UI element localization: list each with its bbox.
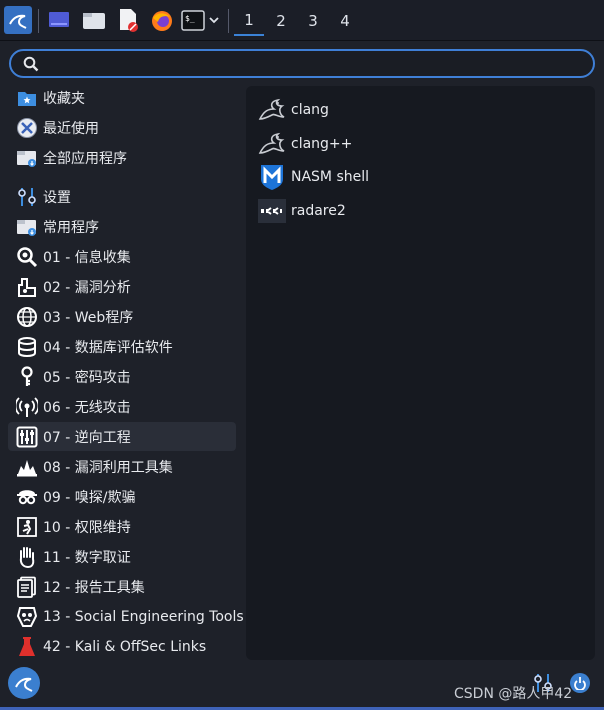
kali-user-icon[interactable] — [8, 667, 40, 699]
dragon-icon — [258, 130, 286, 158]
search-input[interactable] — [47, 54, 581, 76]
dragon-icon — [258, 96, 286, 124]
workspace-4[interactable]: 4 — [330, 6, 360, 36]
sidebar-item-wireless[interactable]: 06 - 无线攻击 — [8, 392, 236, 421]
sidebar-item-label: 最近使用 — [43, 120, 99, 137]
metasploit-icon — [258, 163, 286, 191]
reverse-engineering-icon — [16, 426, 38, 448]
search-box — [9, 49, 595, 78]
vuln-analysis-icon — [16, 276, 38, 298]
sidebar-item-info-gathering[interactable]: 01 - 信息收集 — [8, 242, 236, 271]
workspace-2[interactable]: 2 — [266, 6, 296, 36]
sidebar-item-label: 08 - 漏洞利用工具集 — [43, 459, 173, 476]
sidebar-item-label: 13 - Social Engineering Tools — [43, 608, 244, 625]
sidebar-item-label: 06 - 无线攻击 — [43, 399, 131, 416]
search-icon — [23, 56, 39, 76]
sidebar-item-label: 12 - 报告工具集 — [43, 579, 145, 596]
sidebar-item-usual-apps[interactable]: 常用程序 — [8, 212, 236, 241]
logout-icon[interactable] — [570, 673, 590, 693]
radare2-icon — [258, 197, 286, 225]
sidebar-item-label: 10 - 权限维持 — [43, 519, 131, 536]
app-radare2[interactable]: radare2 — [258, 196, 578, 226]
sidebar-item-label: 设置 — [43, 189, 71, 206]
sidebar-item-sniffing[interactable]: 09 - 嗅探/欺骗 — [8, 482, 236, 511]
all-apps-icon — [16, 147, 38, 169]
sidebar-item-maintaining-access[interactable]: 10 - 权限维持 — [8, 512, 236, 541]
social-engineering-icon — [16, 606, 38, 628]
magnifier-icon — [16, 246, 38, 268]
sidebar-item-forensics[interactable]: 11 - 数字取证 — [8, 542, 236, 571]
sidebar-item-label: 04 - 数据库评估软件 — [43, 339, 173, 356]
terminal-icon[interactable]: $_ — [181, 10, 205, 31]
app-label: clang — [291, 102, 329, 118]
workspace-1[interactable]: 1 — [234, 6, 264, 36]
sidebar-item-label: 09 - 嗅探/欺骗 — [43, 489, 136, 506]
globe-icon — [16, 306, 38, 328]
sidebar-item-label: 07 - 逆向工程 — [43, 429, 131, 446]
reporting-icon — [16, 576, 38, 598]
recent-icon — [16, 117, 38, 139]
app-clang[interactable]: clang — [258, 95, 578, 125]
sidebar-item-label: 03 - Web程序 — [43, 309, 134, 326]
sidebar-item-vuln-analysis[interactable]: 02 - 漏洞分析 — [8, 272, 236, 301]
app-nasm-shell[interactable]: NASM shell — [258, 162, 578, 192]
settings-icon — [16, 186, 38, 208]
kali-menu-icon[interactable] — [4, 6, 32, 34]
top-panel: $_ 1 2 3 4 — [0, 0, 604, 41]
svg-text:$_: $_ — [185, 14, 195, 23]
chevron-down-icon[interactable] — [207, 14, 221, 26]
sidebar-item-web-apps[interactable]: 03 - Web程序 — [8, 302, 236, 331]
taskbar-separator — [38, 9, 39, 33]
sidebar-item-label: 收藏夹 — [43, 90, 85, 107]
usual-apps-icon — [16, 216, 38, 238]
sidebar-item-recent[interactable]: 最近使用 — [8, 113, 236, 142]
sidebar-item-label: 05 - 密码攻击 — [43, 369, 131, 386]
app-label: clang++ — [291, 136, 353, 152]
star-folder-icon — [16, 87, 38, 109]
sidebar-item-label: 42 - Kali & OffSec Links — [43, 638, 207, 655]
watermark-text: CSDN @路人甲42 — [454, 686, 573, 702]
file-manager-icon[interactable] — [82, 10, 106, 30]
sidebar-item-exploitation[interactable]: 08 - 漏洞利用工具集 — [8, 452, 236, 481]
sidebar-item-reporting[interactable]: 12 - 报告工具集 — [8, 572, 236, 601]
sidebar-item-offsec-links[interactable]: 42 - Kali & OffSec Links — [8, 632, 236, 661]
exploit-icon — [16, 456, 38, 478]
sidebar-item-label: 11 - 数字取证 — [43, 549, 131, 566]
sidebar-item-settings[interactable]: 设置 — [8, 182, 236, 211]
desktop-icon[interactable] — [48, 10, 70, 30]
app-list-panel: clang clang++ NASM shell radare2 — [246, 86, 595, 660]
wireless-icon — [16, 396, 38, 418]
workspace-3[interactable]: 3 — [298, 6, 328, 36]
sidebar-item-password-attacks[interactable]: 05 - 密码攻击 — [8, 362, 236, 391]
sidebar-item-label: 全部应用程序 — [43, 150, 127, 167]
app-clangpp[interactable]: clang++ — [258, 129, 578, 159]
firefox-icon[interactable] — [150, 9, 174, 33]
forensics-hand-icon — [16, 546, 38, 568]
offsec-icon — [16, 636, 38, 658]
text-editor-icon[interactable] — [117, 8, 139, 32]
sniffing-icon — [16, 486, 38, 508]
database-icon — [16, 336, 38, 358]
sidebar-item-social-engineering[interactable]: 13 - Social Engineering Tools — [8, 602, 244, 631]
sidebar-item-all-apps[interactable]: 全部应用程序 — [8, 143, 236, 172]
sidebar-item-label: 02 - 漏洞分析 — [43, 279, 131, 296]
sidebar-item-database[interactable]: 04 - 数据库评估软件 — [8, 332, 236, 361]
sidebar-item-label: 常用程序 — [43, 219, 99, 236]
app-label: NASM shell — [291, 169, 370, 185]
taskbar-separator — [228, 9, 229, 33]
maintain-access-icon — [16, 516, 38, 538]
sidebar-item-favorites[interactable]: 收藏夹 — [8, 83, 236, 112]
key-icon — [16, 365, 38, 388]
sidebar-item-label: 01 - 信息收集 — [43, 249, 131, 266]
sidebar-item-reverse-engineering[interactable]: 07 - 逆向工程 — [8, 422, 236, 451]
app-label: radare2 — [291, 203, 346, 219]
